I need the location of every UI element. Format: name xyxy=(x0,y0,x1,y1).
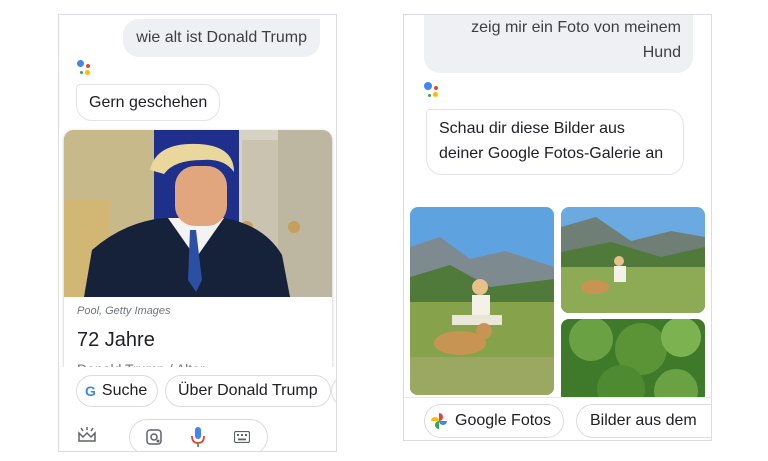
about-trump-chip[interactable]: Über Donald Trump xyxy=(165,375,331,407)
dog-photo-1[interactable] xyxy=(410,207,554,395)
lens-icon[interactable] xyxy=(146,429,162,445)
assistant-reply-bubble: Gern geschehen xyxy=(76,84,221,121)
assistant-screen-right: zeig mir ein Foto von meinem Hund Schau … xyxy=(403,14,712,441)
bottom-bar xyxy=(59,415,336,451)
bilder-label: Bilder aus dem xyxy=(590,412,697,429)
mic-icon[interactable] xyxy=(190,426,206,448)
dog-photo-3[interactable] xyxy=(561,319,705,403)
input-pill xyxy=(129,419,268,451)
bilder-chip[interactable]: Bilder aus dem xyxy=(576,404,711,438)
google-photos-icon xyxy=(431,413,447,429)
answer-text: 72 Jahre xyxy=(77,329,155,351)
assistant-reply-bubble: Schau dir diese Bilder aus deiner Google… xyxy=(426,109,684,175)
assistant-screen-left: wie alt ist Donald Trump Gern geschehen xyxy=(58,14,337,452)
google-fotos-chip[interactable]: Google Fotos xyxy=(424,404,565,438)
assistant-logo-icon xyxy=(77,60,95,78)
knowledge-card[interactable]: Pool, Getty Images 72 Jahre Donald Trump… xyxy=(64,130,332,380)
photo-credit: Pool, Getty Images xyxy=(77,305,171,317)
suche-chip[interactable]: G Suche xyxy=(76,375,159,407)
user-query-bubble: zeig mir ein Foto von meinem Hund xyxy=(424,15,693,73)
assistant-logo-icon xyxy=(424,82,442,100)
explore-icon[interactable] xyxy=(77,427,97,443)
trump-photo xyxy=(64,130,332,297)
suche-label: Suche xyxy=(101,382,148,399)
dog-photo-2[interactable] xyxy=(561,207,705,313)
keyboard-icon[interactable] xyxy=(234,431,250,443)
google-fotos-label: Google Fotos xyxy=(455,412,552,429)
user-query-bubble: wie alt ist Donald Trump xyxy=(123,19,320,57)
about-trump-label: Über Donald Trump xyxy=(178,382,318,399)
google-g-icon: G xyxy=(85,383,96,399)
